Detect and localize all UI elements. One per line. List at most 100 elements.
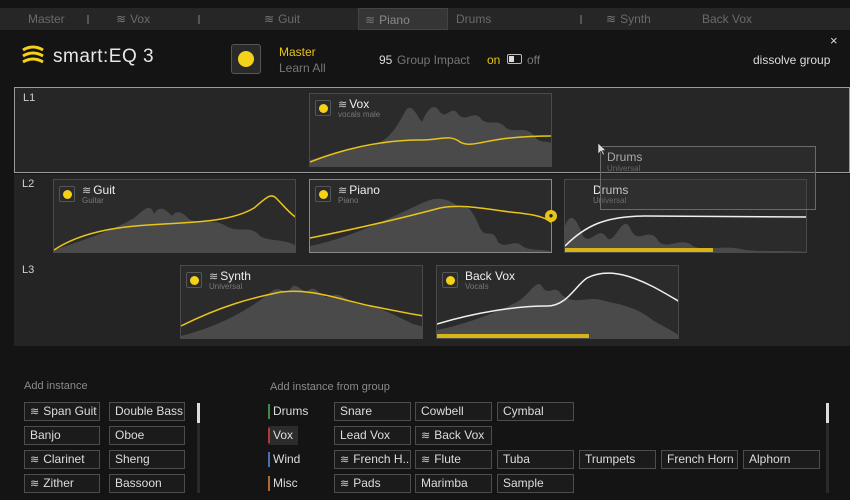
- power-button[interactable]: [59, 186, 75, 202]
- card-name: Vox: [349, 97, 370, 111]
- group-preset-item[interactable]: ≋ Flute: [415, 450, 492, 469]
- category-color-bar: [268, 476, 270, 491]
- power-dot-icon: [318, 189, 328, 199]
- add-instance-item[interactable]: ≋ Zither: [24, 474, 100, 493]
- smart-eq-icon: ≋: [30, 478, 40, 490]
- eq-card-synth[interactable]: ≋ Synth Universal: [180, 265, 423, 339]
- power-dot-icon: [318, 103, 328, 113]
- power-button[interactable]: [442, 272, 458, 288]
- tab-vox[interactable]: ≋ Vox: [110, 8, 210, 30]
- smart-eq-icon: ≋: [340, 478, 350, 490]
- layer-label: L2: [22, 178, 35, 190]
- tab-drums[interactable]: Drums: [450, 8, 550, 30]
- master-learn-button[interactable]: [231, 44, 261, 74]
- tab-divider: [198, 15, 200, 24]
- eq-card-vox[interactable]: ≋ Vox vocals male: [309, 93, 552, 167]
- group-preset-item[interactable]: ≋ Pads: [334, 474, 411, 493]
- category-color-bar: [268, 428, 270, 443]
- tab-back-vox[interactable]: Back Vox: [696, 8, 796, 30]
- delete-icon[interactable]: ●: [545, 210, 557, 222]
- product-title: smart:EQ 3: [53, 46, 155, 67]
- group-preset-item[interactable]: ≋ French H...: [334, 450, 411, 469]
- tab-divider: [580, 15, 582, 24]
- smart-eq-icon: ≋: [30, 406, 40, 418]
- on-label[interactable]: on: [487, 53, 500, 67]
- smart-eq-icon: ≋: [30, 454, 40, 466]
- power-button[interactable]: [186, 272, 202, 288]
- power-dot-icon: [62, 189, 72, 199]
- eq-card-guit[interactable]: ≋ Guit Guitar: [53, 179, 296, 253]
- group-scrollbar[interactable]: [826, 403, 829, 423]
- smart-eq-icon: ≋: [421, 430, 431, 442]
- add-from-group-title: Add instance from group: [270, 381, 390, 393]
- add-instance-item[interactable]: Double Bass: [109, 402, 185, 421]
- card-profile: Universal: [209, 282, 243, 291]
- card-name: Synth: [220, 269, 251, 283]
- dissolve-group-button[interactable]: dissolve group: [753, 53, 830, 67]
- record-dot-icon: [238, 51, 254, 67]
- tab-piano[interactable]: ≋ Piano: [358, 8, 448, 30]
- smart-eq-icon: ≋: [365, 13, 376, 27]
- tab-divider: [87, 15, 89, 24]
- on-off-toggle[interactable]: [507, 54, 522, 64]
- off-label[interactable]: off: [527, 53, 540, 67]
- group-preset-item[interactable]: Alphorn: [743, 450, 820, 469]
- master-label[interactable]: Master: [279, 45, 316, 59]
- card-name: Piano: [349, 183, 380, 197]
- smart-eq-logo-icon: [22, 45, 44, 64]
- add-instance-item[interactable]: Bassoon: [109, 474, 185, 493]
- card-name: Guit: [93, 183, 116, 197]
- smart-eq-icon: ≋: [116, 12, 127, 26]
- add-instance-title: Add instance: [24, 380, 88, 392]
- add-instance-item[interactable]: ≋ Clarinet: [24, 450, 100, 469]
- group-impact-value[interactable]: 95: [379, 53, 392, 67]
- layer-3[interactable]: L3: [14, 260, 850, 346]
- group-preset-item[interactable]: Sample: [497, 474, 574, 493]
- gain-bar: [437, 334, 589, 338]
- category-color-bar: [268, 404, 270, 419]
- instance-tab-bar: Master ≋ Vox ≋ Guit ≋ Piano Drums ≋ Synth Ba…: [0, 8, 850, 30]
- group-preset-item[interactable]: Trumpets: [579, 450, 656, 469]
- group-preset-item[interactable]: Tuba: [497, 450, 574, 469]
- group-category-drums[interactable]: Drums: [268, 402, 330, 421]
- group-category-misc[interactable]: Misc: [268, 474, 330, 493]
- eq-card-back-vox[interactable]: Back Vox Vocals: [436, 265, 679, 339]
- tab-guit[interactable]: ≋ Guit: [258, 8, 348, 30]
- layer-label: L1: [23, 92, 36, 104]
- power-button[interactable]: [315, 100, 331, 116]
- tab-synth[interactable]: ≋ Synth: [600, 8, 690, 30]
- add-instance-item[interactable]: Sheng: [109, 450, 185, 469]
- card-profile: Vocals: [465, 282, 489, 291]
- power-dot-icon: [189, 275, 199, 285]
- eq-card-piano[interactable]: ≋ Piano Piano: [309, 179, 552, 253]
- card-name: Back Vox: [465, 269, 516, 283]
- group-preset-item[interactable]: Cowbell: [415, 402, 492, 421]
- group-preset-item[interactable]: Lead Vox: [334, 426, 411, 445]
- group-preset-item[interactable]: French Horn: [661, 450, 738, 469]
- mouse-cursor-icon: [598, 143, 607, 156]
- layer-label: L3: [22, 264, 35, 276]
- smart-eq-icon: ≋: [340, 454, 350, 466]
- group-category-vox[interactable]: Vox: [268, 426, 298, 445]
- add-instance-item[interactable]: Oboe: [109, 426, 185, 445]
- group-preset-item[interactable]: ≋ Back Vox: [415, 426, 492, 445]
- group-preset-item[interactable]: Marimba: [415, 474, 492, 493]
- smart-eq-icon: ≋: [264, 12, 275, 26]
- group-preset-item[interactable]: Cymbal: [497, 402, 574, 421]
- close-icon[interactable]: ×: [830, 33, 838, 48]
- gain-bar: [565, 248, 713, 252]
- drag-preview-drums: Drums Universal: [600, 146, 816, 210]
- learn-all-label[interactable]: Learn All: [279, 61, 326, 75]
- add-instance-scrollbar[interactable]: [197, 403, 200, 423]
- card-profile: vocals male: [338, 110, 381, 119]
- card-profile: Piano: [338, 196, 359, 205]
- card-profile: Guitar: [82, 196, 104, 205]
- group-preset-item[interactable]: Snare: [334, 402, 411, 421]
- group-category-wind[interactable]: Wind: [268, 450, 330, 469]
- add-instance-item[interactable]: ≋ Span Guit: [24, 402, 100, 421]
- smart-eq-icon: ≋: [606, 12, 617, 26]
- power-dot-icon: [445, 275, 455, 285]
- power-button[interactable]: [315, 186, 331, 202]
- add-instance-item[interactable]: Banjo: [24, 426, 100, 445]
- group-impact-label: Group Impact: [397, 53, 470, 67]
